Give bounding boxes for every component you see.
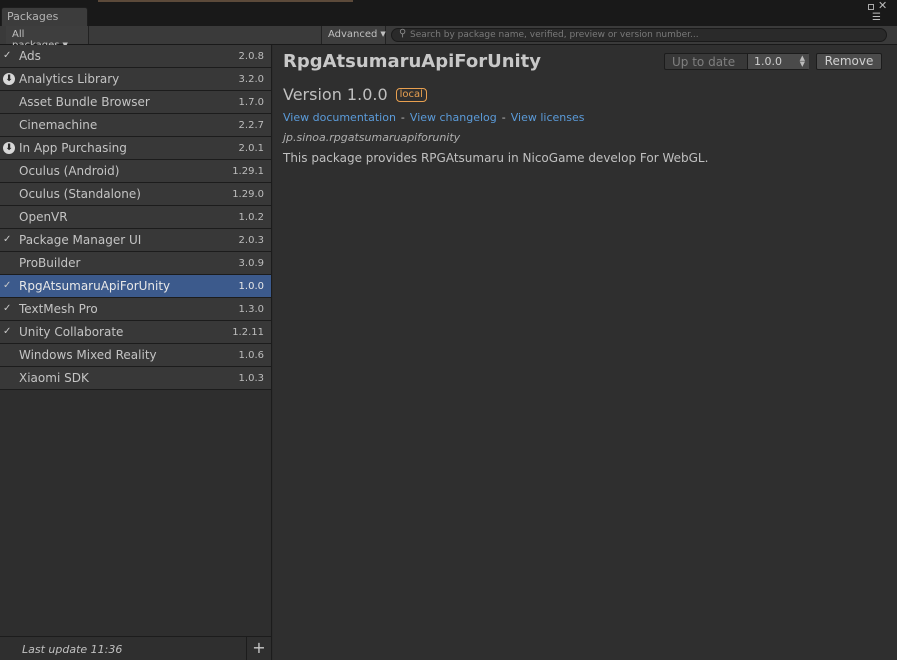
package-row[interactable]: Oculus (Android) 1.29.1 (0, 160, 271, 183)
list-footer: Last update 11:36 + (0, 636, 272, 660)
package-row[interactable]: ProBuilder 3.0.9 (0, 252, 271, 275)
package-name: ProBuilder (19, 256, 81, 270)
links-row: View documentation - View changelog - View l… (283, 111, 584, 124)
package-version: 1.0.2 (238, 212, 264, 223)
tab-packages[interactable]: Packages (1, 7, 88, 26)
package-description: This package provides RPGAtsumaru in Nic… (283, 151, 709, 165)
package-version: 1.3.0 (238, 304, 264, 315)
package-list: ✓ Ads 2.0.8 ⬇ Analytics Library 3.2.0 Asset Bu… (0, 45, 272, 636)
package-name: In App Purchasing (19, 141, 127, 155)
package-version: 2.0.1 (238, 143, 264, 154)
tab-accent-line (98, 0, 353, 2)
window-menu-icon[interactable]: ☰ (872, 12, 881, 23)
check-icon: ✓ (3, 326, 12, 337)
status-text: Up to date (672, 55, 736, 69)
package-version: 1.7.0 (238, 97, 264, 108)
close-icon[interactable]: ✕ (878, 0, 887, 12)
package-name: TextMesh Pro (19, 302, 98, 316)
package-name: Oculus (Android) (19, 164, 120, 178)
package-name: Xiaomi SDK (19, 371, 89, 385)
package-row[interactable]: ✓ Package Manager UI 2.0.3 (0, 229, 271, 252)
package-row[interactable]: Oculus (Standalone) 1.29.0 (0, 183, 271, 206)
chevron-down-icon: ▼ (380, 30, 386, 38)
package-row[interactable]: ⬇ In App Purchasing 2.0.1 (0, 137, 271, 160)
advanced-dropdown[interactable]: Advanced ▼ (321, 26, 386, 44)
package-title: RpgAtsumaruApiForUnity (283, 51, 542, 72)
check-icon: ✓ (3, 280, 12, 291)
package-row[interactable]: OpenVR 1.0.2 (0, 206, 271, 229)
version-text: Version 1.0.0 (283, 85, 388, 104)
check-icon: ✓ (3, 234, 12, 245)
view-changelog-link[interactable]: View changelog (410, 111, 497, 124)
package-name: Oculus (Standalone) (19, 187, 141, 201)
package-version: 2.0.3 (238, 235, 264, 246)
package-version: 1.29.0 (232, 189, 264, 200)
package-row[interactable]: ✓ Ads 2.0.8 (0, 45, 271, 68)
package-name: OpenVR (19, 210, 68, 224)
package-version: 1.0.0 (238, 281, 264, 292)
add-package-button[interactable]: + (246, 637, 271, 660)
package-name: Asset Bundle Browser (19, 95, 150, 109)
link-separator: - (501, 111, 506, 124)
version-status-box: Up to date 1.0.0 ▲ ▼ (664, 53, 809, 70)
package-row[interactable]: ✓ TextMesh Pro 1.3.0 (0, 298, 271, 321)
link-separator: - (400, 111, 405, 124)
search-input[interactable] (410, 29, 880, 41)
package-version: 3.2.0 (238, 74, 264, 85)
advanced-dropdown-label: Advanced (328, 29, 378, 40)
view-licenses-link[interactable]: View licenses (511, 111, 585, 124)
package-version: 2.0.8 (238, 51, 264, 62)
updown-arrows-icon: ▲ ▼ (799, 54, 805, 68)
package-version: 1.0.6 (238, 350, 264, 361)
download-icon: ⬇ (3, 73, 15, 85)
package-id: jp.sinoa.rpgatsumaruapiforunity (283, 131, 461, 144)
version-select-value: 1.0.0 (754, 55, 782, 68)
package-version: 2.2.7 (238, 120, 264, 131)
package-version: 1.29.1 (232, 166, 264, 177)
package-name: Unity Collaborate (19, 325, 124, 339)
package-row[interactable]: ✓ RpgAtsumaruApiForUnity 1.0.0 (0, 275, 271, 298)
download-icon: ⬇ (3, 142, 15, 154)
last-update-text: Last update 11:36 (22, 643, 123, 656)
search-box[interactable]: ⚲ (391, 28, 887, 42)
package-version: 3.0.9 (238, 258, 264, 269)
window-controls: ✕ ☰ (868, 0, 890, 24)
package-version: 1.2.11 (232, 327, 264, 338)
package-row[interactable]: Cinemachine 2.2.7 (0, 114, 271, 137)
package-name: Package Manager UI (19, 233, 142, 247)
maximize-icon[interactable] (868, 4, 874, 10)
package-name: Cinemachine (19, 118, 98, 132)
view-documentation-link[interactable]: View documentation (283, 111, 396, 124)
package-name: RpgAtsumaruApiForUnity (19, 279, 171, 293)
window-tab-bar: Packages ✕ ☰ (0, 0, 897, 26)
check-icon: ✓ (3, 303, 12, 314)
check-icon: ✓ (3, 50, 12, 61)
local-badge: local (395, 88, 427, 102)
version-select[interactable]: 1.0.0 ▲ ▼ (747, 54, 809, 69)
package-row[interactable]: Windows Mixed Reality 1.0.6 (0, 344, 271, 367)
filter-dropdown[interactable]: All packages▼ (6, 26, 89, 51)
package-row[interactable]: ✓ Unity Collaborate 1.2.11 (0, 321, 271, 344)
version-line: Version 1.0.0 local (283, 85, 427, 104)
search-icon: ⚲ (399, 28, 407, 39)
toolbar: All packages▼ Advanced▼ ⚲ (0, 26, 897, 51)
remove-button[interactable]: Remove (816, 53, 882, 70)
package-version: 1.0.3 (238, 373, 264, 384)
package-row[interactable]: Asset Bundle Browser 1.7.0 (0, 91, 271, 114)
package-name: Windows Mixed Reality (19, 348, 157, 362)
package-row[interactable]: ⬇ Analytics Library 3.2.0 (0, 68, 271, 91)
package-detail-panel: RpgAtsumaruApiForUnity Up to date 1.0.0 … (273, 45, 897, 660)
package-name: Analytics Library (19, 72, 120, 86)
package-row[interactable]: Xiaomi SDK 1.0.3 (0, 367, 271, 390)
package-name: Ads (19, 49, 41, 63)
